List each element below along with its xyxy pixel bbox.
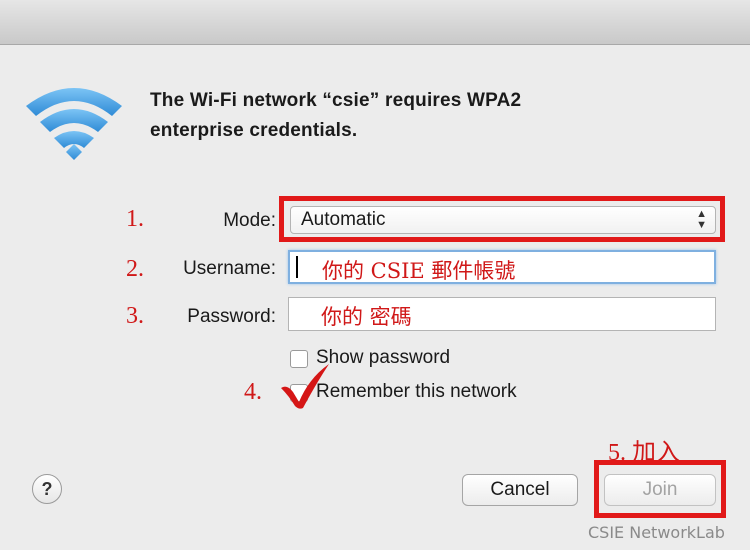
join-annotation-box: [594, 460, 726, 518]
username-hint: 你的 CSIE 郵件帳號: [322, 259, 516, 283]
show-password-label[interactable]: Show password: [316, 347, 450, 369]
checkmark-icon: [281, 364, 329, 409]
text-caret: [296, 256, 298, 278]
wifi-icon: [26, 88, 122, 160]
username-label: Username:: [183, 258, 276, 279]
password-label: Password:: [187, 306, 276, 327]
mode-label: Mode:: [223, 210, 276, 231]
step-4-annotation: 4.: [244, 379, 262, 405]
password-field[interactable]: 你的 密碼: [288, 297, 716, 331]
message-line-1: The Wi-Fi network “csie” requires WPA2: [150, 90, 522, 111]
cancel-button[interactable]: Cancel: [462, 474, 578, 506]
dialog-message: The Wi-Fi network “csie” requires WPA2 e…: [150, 86, 670, 146]
help-button[interactable]: ?: [32, 474, 62, 504]
mode-annotation-box: [279, 196, 725, 242]
remember-network-label[interactable]: Remember this network: [316, 381, 517, 403]
message-line-2: enterprise credentials.: [150, 120, 358, 141]
password-hint: 你的 密碼: [321, 305, 412, 329]
question-icon: ?: [41, 479, 53, 499]
watermark: CSIE NetworkLab: [588, 523, 725, 542]
window-titlebar[interactable]: [0, 0, 750, 45]
username-field[interactable]: 你的 CSIE 郵件帳號: [288, 250, 716, 284]
